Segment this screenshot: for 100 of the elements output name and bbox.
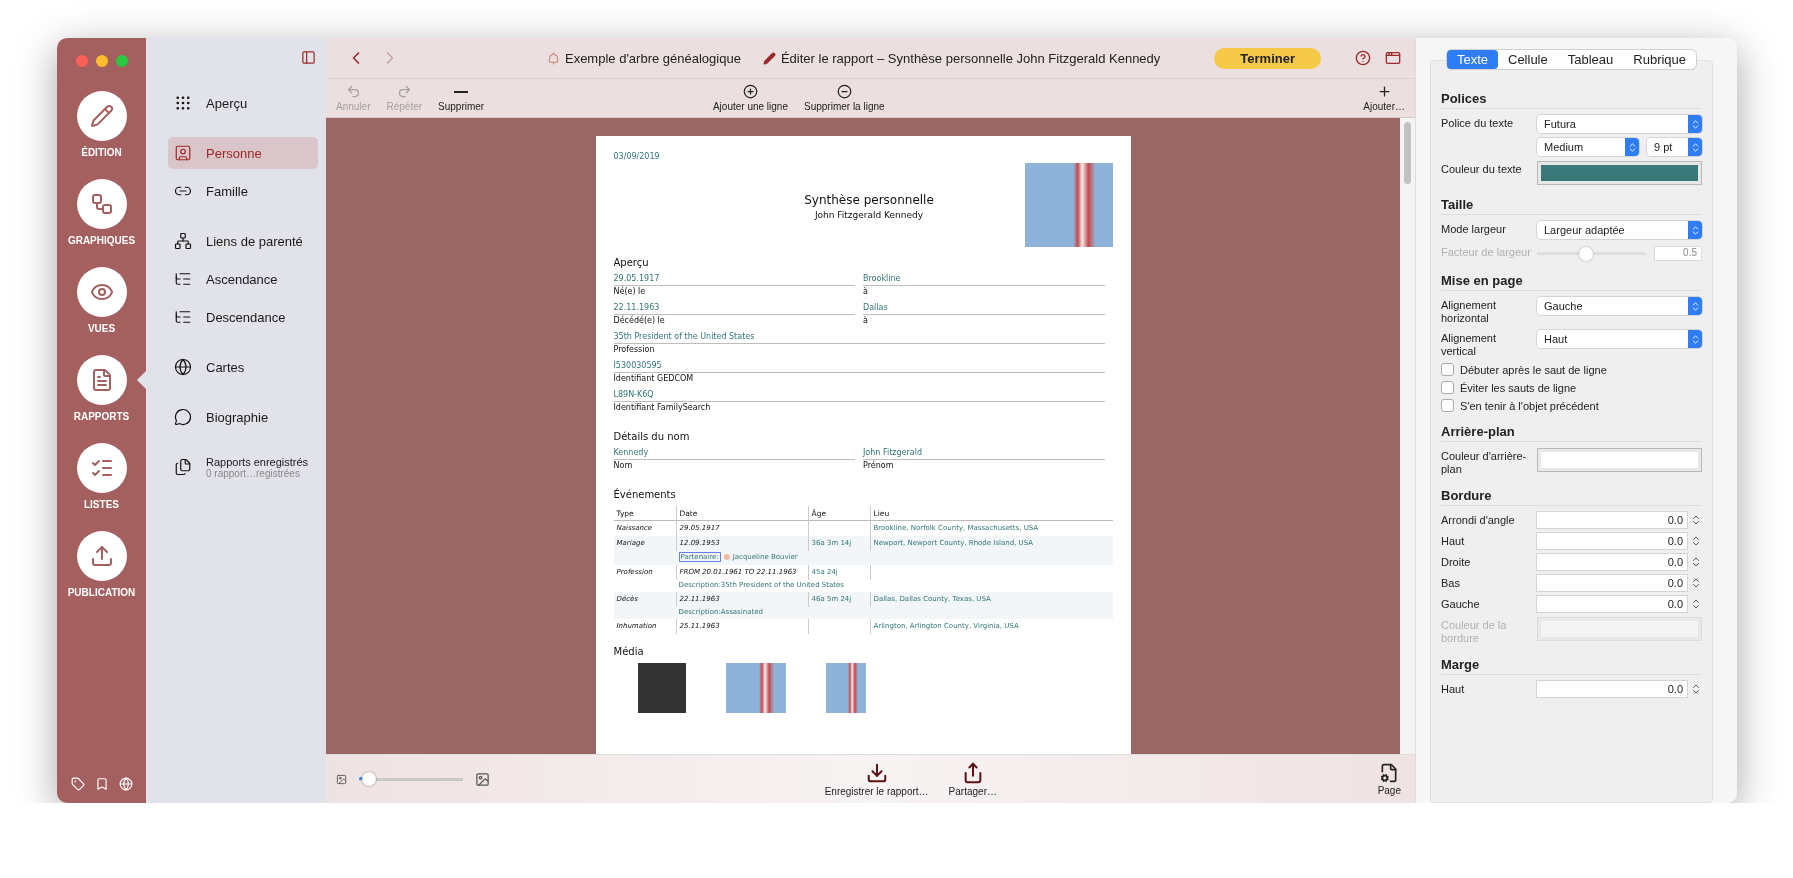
rail-button[interactable]: GRAPHIQUES: [57, 179, 146, 267]
sidebar-item-label: Personne: [206, 145, 262, 161]
sidebar-item[interactable]: Liens de parenté: [168, 225, 318, 257]
tag-icon[interactable]: [70, 777, 85, 791]
rail-button[interactable]: ÉDITION: [57, 91, 146, 179]
stepper-icon[interactable]: [1690, 683, 1702, 695]
select-field[interactable]: Futura: [1537, 115, 1702, 133]
checkbox[interactable]: [1441, 399, 1454, 412]
checklist-icon: [76, 443, 127, 493]
delete-row-button[interactable]: Supprimer la ligne: [798, 79, 891, 117]
sidebar-item[interactable]: Famille: [168, 175, 318, 207]
help-icon[interactable]: [1355, 50, 1371, 66]
tab[interactable]: Cellule: [1498, 50, 1558, 69]
sidebar-item[interactable]: Aperçu: [168, 87, 318, 119]
stepper-icon[interactable]: [1690, 556, 1702, 568]
rail-button[interactable]: PUBLICATION: [57, 531, 146, 619]
field-label: Haut: [1441, 682, 1466, 696]
field-label: Nom: [613, 460, 634, 472]
input-field[interactable]: 0.0: [1537, 681, 1687, 697]
input-field[interactable]: 0.0: [1537, 512, 1687, 528]
input-field[interactable]: 0.0: [1537, 554, 1687, 570]
section-heading: Événements: [613, 489, 677, 500]
plus-button[interactable]: Ajouter…: [1357, 79, 1411, 117]
tab[interactable]: Rubrique: [1623, 50, 1697, 69]
sidebar-item[interactable]: Descendance: [168, 301, 318, 333]
field-label: Bas: [1441, 576, 1461, 590]
zoom-icon[interactable]: [115, 55, 128, 67]
sidebar-item-label: Liens de parenté: [206, 233, 303, 249]
tree-icon: [174, 232, 192, 250]
share-button[interactable]: Partager…: [942, 759, 1003, 799]
field-label: Identifiant GEDCOM: [613, 373, 695, 385]
sidebar-item[interactable]: Cartes: [168, 351, 318, 383]
list-tree-icon: [174, 270, 192, 288]
tab[interactable]: Tableau: [1557, 50, 1624, 69]
minimize-icon[interactable]: [95, 55, 108, 67]
sidebar-item[interactable]: Ascendance: [168, 263, 318, 295]
field-label: Alignement horizontal: [1441, 298, 1498, 325]
select-field[interactable]: 9 pt: [1647, 138, 1702, 156]
input-field[interactable]: 0.0: [1537, 596, 1687, 612]
minus-button[interactable]: Supprimer: [432, 79, 491, 117]
flowchart-icon: [76, 179, 127, 229]
sidebar-item[interactable]: Biographie: [168, 401, 318, 433]
stepper-icon[interactable]: [1690, 577, 1702, 589]
field-value: Kennedy: [613, 448, 855, 460]
input-field[interactable]: 0.0: [1537, 533, 1687, 549]
field-label: Prénom: [863, 460, 895, 472]
select-field[interactable]: Gauche: [1537, 297, 1702, 315]
checkbox[interactable]: [1441, 381, 1454, 394]
field-value: I530030595: [613, 361, 1105, 373]
checkbox[interactable]: [1441, 363, 1454, 376]
undo-icon: [345, 84, 361, 99]
documents-icon: [174, 458, 192, 476]
sidebar-item[interactable]: Rapports enregistrés 0 rapport…registrées: [168, 451, 318, 483]
large-image-icon: [475, 771, 490, 787]
checkbox-label[interactable]: Débuter après le saut de ligne: [1441, 363, 1702, 376]
color-well[interactable]: [1537, 161, 1702, 185]
pencil-icon: [76, 91, 127, 141]
sidebar-item[interactable]: Personne: [168, 137, 318, 169]
stepper-icon[interactable]: [1690, 514, 1702, 526]
tab[interactable]: Texte: [1446, 50, 1498, 69]
field-value: Dallas: [863, 303, 1105, 315]
window-icon[interactable]: [1385, 50, 1401, 66]
add-row-button[interactable]: Ajouter une ligne: [706, 79, 794, 117]
page-button[interactable]: Page: [1371, 760, 1407, 798]
field-label: Police du texte: [1441, 116, 1515, 130]
sidebar-toggle-icon[interactable]: [301, 50, 316, 65]
scrollbar[interactable]: [1400, 118, 1415, 754]
rail-button[interactable]: VUES: [57, 267, 146, 355]
save-report-button[interactable]: Enregistrer le rapport…: [818, 759, 935, 799]
field-value: John Fitzgerald: [863, 448, 1105, 460]
stepper-icon: [1688, 115, 1702, 133]
select-field[interactable]: Medium: [1537, 138, 1639, 156]
checkbox-label[interactable]: Éviter les sauts de ligne: [1441, 381, 1702, 394]
stepper-icon: [1688, 297, 1702, 315]
done-button[interactable]: Terminer: [1214, 47, 1321, 69]
field-value: 29.05.1917: [613, 274, 855, 286]
stepper-icon[interactable]: [1690, 598, 1702, 610]
field-label: Droite: [1441, 555, 1472, 569]
stepper-icon: [1688, 138, 1702, 156]
small-image-icon: [336, 773, 347, 785]
input-field[interactable]: 0.0: [1537, 575, 1687, 591]
section-heading: Polices: [1441, 91, 1702, 109]
rail-button[interactable]: LISTES: [57, 443, 146, 531]
field-label: Gauche: [1441, 597, 1481, 611]
color-well[interactable]: [1537, 448, 1702, 472]
checkbox-label[interactable]: S'en tenir à l'objet précédent: [1441, 399, 1702, 412]
select-field[interactable]: Haut: [1537, 330, 1702, 348]
sidebar-item-caption: 0 rapport…registrées: [206, 467, 300, 479]
field-label: Né(e) le: [613, 286, 647, 298]
section-heading: Bordure: [1441, 488, 1702, 506]
bookmark-icon[interactable]: [94, 777, 109, 791]
globe-icon[interactable]: [118, 777, 133, 791]
field-value: Brookline: [863, 274, 1105, 286]
stepper-icon[interactable]: [1690, 535, 1702, 547]
field-label: Alignement vertical: [1441, 331, 1498, 358]
sidebar-item-label: Ascendance: [206, 271, 278, 287]
field-label: Décédé(e) le: [613, 315, 666, 327]
select-field[interactable]: Largeur adaptée: [1537, 221, 1702, 239]
add-row-icon: [742, 84, 758, 99]
field-label: Haut: [1441, 534, 1466, 548]
